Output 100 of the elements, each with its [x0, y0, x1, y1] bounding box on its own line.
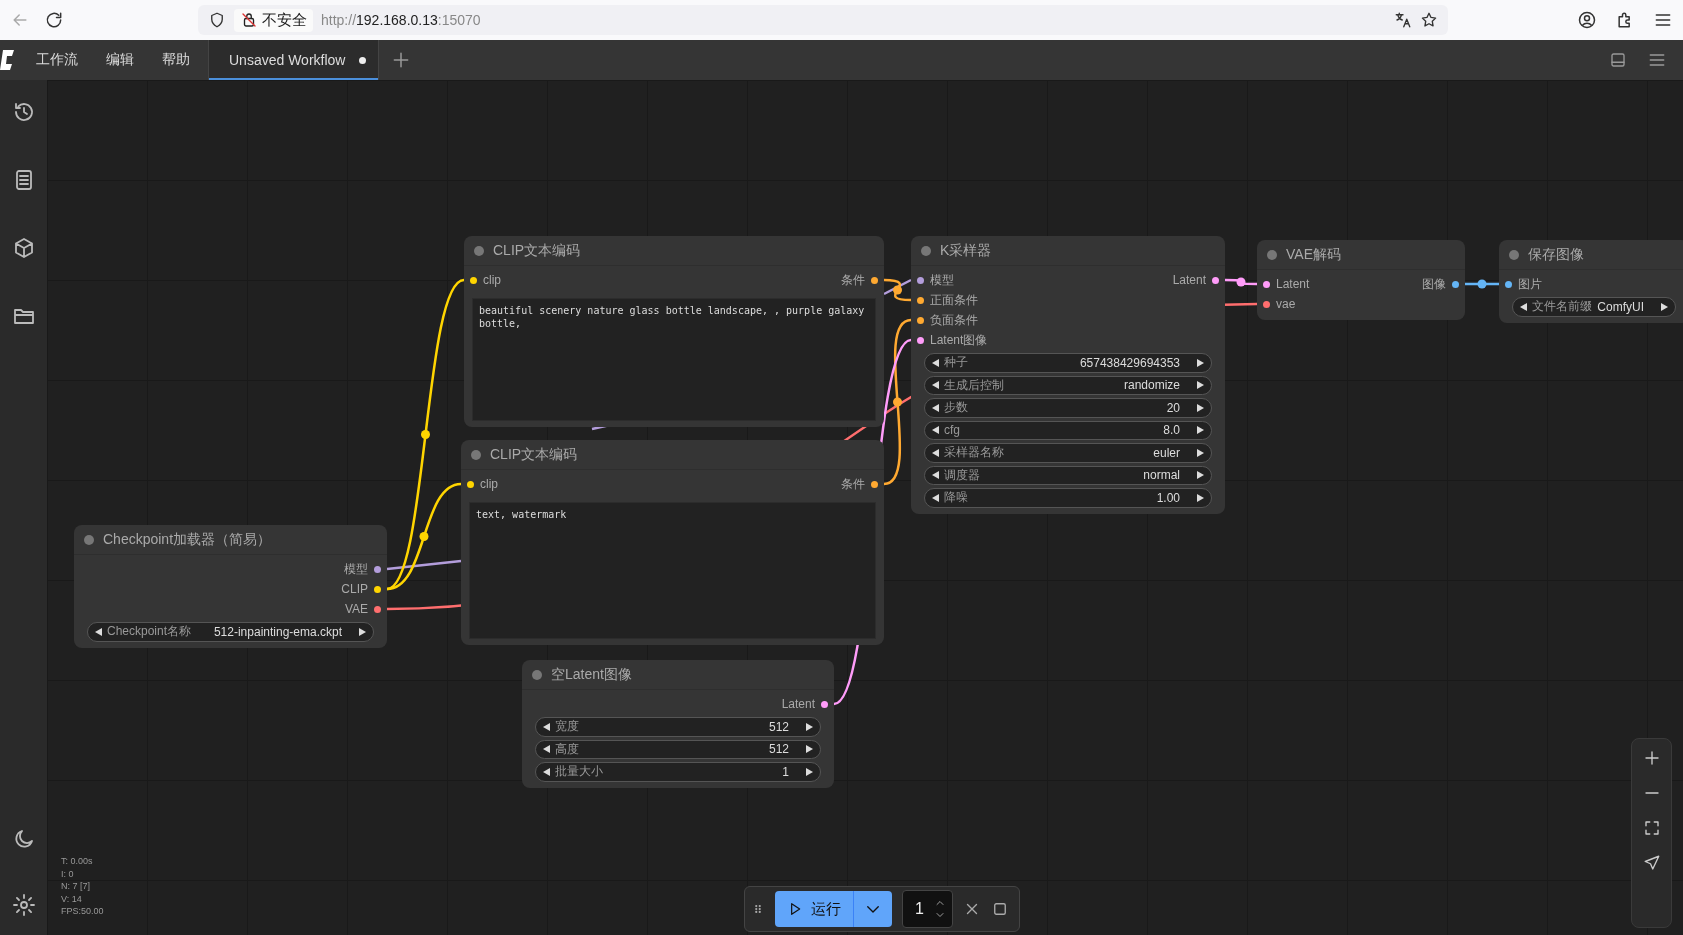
- output-slot[interactable]: 模型: [344, 560, 381, 578]
- address-bar[interactable]: 不安全 http://192.168.0.13:15070: [198, 5, 1448, 35]
- increment-arrow-icon[interactable]: [1196, 402, 1205, 413]
- node-card[interactable]: VAE解码 Latent 图像 vae: [1257, 240, 1465, 320]
- input-slot[interactable]: 负面条件: [917, 311, 978, 329]
- panel-icon[interactable]: [1609, 51, 1627, 69]
- decrement-arrow-icon[interactable]: [542, 766, 551, 777]
- node-card[interactable]: 空Latent图像 Latent 宽度 512 高度 512 批量大小 1: [522, 660, 834, 788]
- account-icon[interactable]: [1577, 10, 1597, 30]
- decrement-arrow-icon[interactable]: [542, 721, 551, 732]
- node-card[interactable]: K采样器 模型 Latent 正面条件 负面条件 Latent图像 种子 657438429694353 生成后控制 randomize 步数 20 cfg 8.0 采样器名称 euler 调度器 normal 降噪 1.00: [911, 236, 1225, 514]
- increment-arrow-icon[interactable]: [1196, 492, 1205, 503]
- node-widget[interactable]: cfg 8.0: [924, 420, 1212, 440]
- node-widget[interactable]: 降噪 1.00: [924, 488, 1212, 508]
- input-slot[interactable]: Latent图像: [917, 331, 988, 349]
- node-card[interactable]: Checkpoint加载器（简易） 模型 CLIP VAE Checkpoint名称 512-inpainting-ema.ckpt: [74, 525, 387, 648]
- increment-arrow-icon[interactable]: [1660, 301, 1669, 312]
- collapse-dot-icon[interactable]: [1267, 249, 1277, 260]
- prompt-text-field[interactable]: text, watermark: [469, 502, 876, 639]
- send-icon[interactable]: [1642, 854, 1661, 872]
- increment-arrow-icon[interactable]: [1196, 380, 1205, 391]
- increment-arrow-icon[interactable]: [805, 766, 814, 777]
- run-button[interactable]: 运行: [775, 891, 892, 927]
- star-icon[interactable]: [1420, 11, 1438, 29]
- lock-slash-icon[interactable]: [240, 11, 258, 29]
- decrement-arrow-icon[interactable]: [931, 380, 940, 391]
- node-widget[interactable]: 文件名前缀 ComfyUI: [1512, 297, 1676, 317]
- node-widget[interactable]: 种子 657438429694353: [924, 353, 1212, 373]
- input-slot[interactable]: clip: [470, 273, 501, 287]
- decrement-arrow-icon[interactable]: [542, 744, 551, 755]
- decrement-arrow-icon[interactable]: [931, 402, 940, 413]
- decrement-arrow-icon[interactable]: [931, 425, 940, 436]
- collapse-dot-icon[interactable]: [532, 669, 542, 680]
- decrement-arrow-icon[interactable]: [1519, 301, 1528, 312]
- node-widget[interactable]: 步数 20: [924, 398, 1212, 418]
- node-widget[interactable]: 采样器名称 euler: [924, 443, 1212, 463]
- increment-arrow-icon[interactable]: [1196, 357, 1205, 368]
- collapse-dot-icon[interactable]: [474, 245, 484, 256]
- batch-count-field[interactable]: 1: [902, 890, 953, 928]
- menu-item[interactable]: 帮助: [148, 40, 204, 80]
- url-text: http://192.168.0.13:15070: [321, 12, 482, 28]
- node-title: 保存图像: [1528, 245, 1584, 264]
- increment-arrow-icon[interactable]: [1196, 470, 1205, 481]
- input-slot[interactable]: vae: [1263, 297, 1296, 311]
- collapse-dot-icon[interactable]: [471, 449, 481, 460]
- collapse-dot-icon[interactable]: [84, 534, 94, 545]
- output-slot[interactable]: VAE: [344, 602, 381, 616]
- increment-arrow-icon[interactable]: [358, 626, 367, 637]
- node-widget[interactable]: 批量大小 1: [535, 762, 821, 782]
- node-title: 空Latent图像: [551, 665, 632, 684]
- decrement-arrow-icon[interactable]: [94, 626, 103, 637]
- zoom-in-icon[interactable]: [1642, 749, 1661, 767]
- translate-icon[interactable]: [1394, 11, 1412, 29]
- shield-icon[interactable]: [208, 11, 226, 29]
- menu-item[interactable]: 编辑: [92, 40, 148, 80]
- decrement-arrow-icon[interactable]: [931, 470, 940, 481]
- decrement-arrow-icon[interactable]: [931, 492, 940, 503]
- increment-arrow-icon[interactable]: [805, 744, 814, 755]
- node-widget[interactable]: 生成后控制 randomize: [924, 375, 1212, 395]
- node-card[interactable]: 保存图像 图片 文件名前缀 ComfyUI: [1499, 240, 1683, 323]
- output-slot[interactable]: 条件: [841, 475, 878, 493]
- logo-icon[interactable]: [0, 50, 14, 70]
- fit-view-icon[interactable]: [1642, 819, 1661, 837]
- collapse-dot-icon[interactable]: [921, 245, 931, 256]
- input-slot[interactable]: 模型: [917, 271, 954, 289]
- node-widget[interactable]: 宽度 512: [535, 717, 821, 737]
- node-card[interactable]: CLIP文本编码 clip 条件 text, watermark: [461, 440, 884, 645]
- node-title: K采样器: [940, 241, 992, 260]
- node-widget[interactable]: 高度 512: [535, 739, 821, 759]
- input-slot[interactable]: 图片: [1505, 275, 1542, 293]
- collapse-dot-icon[interactable]: [1509, 249, 1519, 260]
- output-slot[interactable]: 图像: [1422, 275, 1459, 293]
- slot-label: clip: [480, 477, 498, 491]
- increment-arrow-icon[interactable]: [805, 721, 814, 732]
- stats-text: V: 14: [61, 892, 83, 905]
- security-label: 不安全: [262, 10, 307, 30]
- stats-text: T: 0.00s: [61, 855, 94, 868]
- prompt-text-field[interactable]: beautiful scenery nature glass bottle landscape, , purple galaxy bottle,: [472, 298, 876, 421]
- slot-label: Latent图像: [930, 331, 988, 349]
- input-slot[interactable]: Latent: [1263, 277, 1310, 291]
- stats-text: N: 7 [7]: [61, 880, 91, 893]
- link-wire: [883, 278, 912, 296]
- increment-arrow-icon[interactable]: [1196, 447, 1205, 458]
- node-widget[interactable]: 调度器 normal: [924, 465, 1212, 485]
- node-card[interactable]: CLIP文本编码 clip 条件 beautiful scenery nature glass bottle landscape, , purple galaxy bottle,: [464, 236, 884, 427]
- output-slot[interactable]: Latent: [1172, 273, 1219, 287]
- increment-arrow-icon[interactable]: [1196, 425, 1205, 436]
- reload-icon[interactable]: [44, 10, 64, 30]
- node-widget[interactable]: Checkpoint名称 512-inpainting-ema.ckpt: [87, 622, 374, 642]
- output-slot[interactable]: 条件: [841, 271, 878, 289]
- slot-label: 模型: [344, 560, 368, 578]
- decrement-arrow-icon[interactable]: [931, 447, 940, 458]
- workflow-tab[interactable]: Unsaved Workflow: [208, 40, 380, 80]
- input-slot[interactable]: 正面条件: [917, 291, 978, 309]
- decrement-arrow-icon[interactable]: [931, 357, 940, 368]
- output-slot[interactable]: CLIP: [341, 582, 381, 596]
- slot-label: clip: [483, 273, 501, 287]
- input-slot[interactable]: clip: [467, 477, 498, 491]
- menu-item[interactable]: 工作流: [22, 40, 92, 80]
- output-slot[interactable]: Latent: [781, 697, 828, 711]
